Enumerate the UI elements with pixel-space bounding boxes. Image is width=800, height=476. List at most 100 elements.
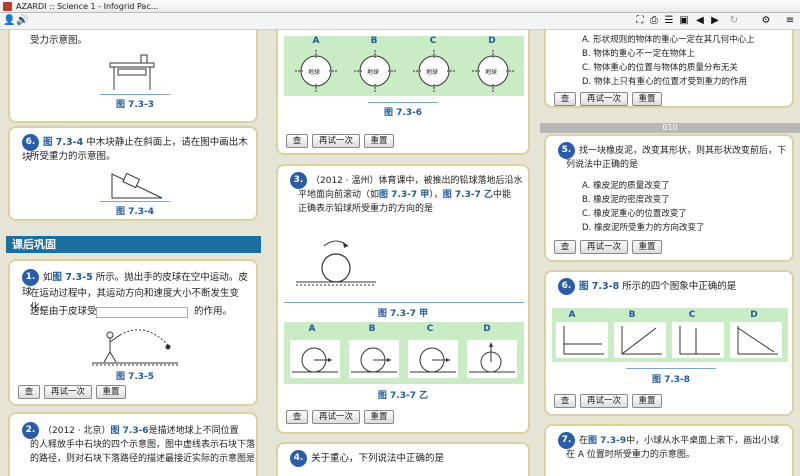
question-card-4: 4. 关于重心，下列说法中正确的是 [276,442,530,476]
caption-rule [100,94,170,95]
column-middle: A B C D 地球 地球 地球 地球 图 7.3-6 查 再试一次 重置 3.… [270,30,538,476]
question-text: 受力示意图。 [30,35,88,46]
option-b[interactable]: B. 物体的重心不一定在物体上 [582,48,695,61]
question-card-1: 1. 如图 7.3-5 所示。抛出手的皮球在空中运动。皮球 在运动过程中，其运动方… [8,259,258,406]
figure-caption: 图 7.3-6 [383,108,423,118]
option-label-a: A [308,324,316,334]
app-icon [3,2,12,11]
figure-caption: 图 7.3-7 乙 [377,391,429,401]
retry-button[interactable]: 再试一次 [44,385,92,399]
reader-toolbar: 👤 🔊 ⛶ ⎙ ☰ ▣ ◀ ▶ ↻ ⚙ ≡ [0,13,800,30]
fullscreen-icon[interactable]: ⛶ [634,15,646,27]
volume-icon[interactable]: 🔊 [16,15,28,27]
question-text: 4. 关于重心，下列说法中正确的是 [290,450,526,467]
check-button[interactable]: 查 [18,385,40,399]
question-text-line2: 的人释放手中石块的四个示意图，图中虚线表示石块下落 [30,440,256,450]
question-card-3: 3. （2012 · 温州）体育课中，被推出的铅球落地后沿水 平地面向前滚动（如图… [276,164,530,434]
answer-input[interactable] [96,307,188,318]
question-number-badge: 7. [558,432,575,449]
option-a[interactable]: A. 橡皮泥的质量改变了 [582,180,670,193]
option-a[interactable]: A. 形状规则的物体的重心一定在其几何中心上 [582,34,755,47]
option-label-d: D [750,310,758,320]
toc-icon[interactable]: ☰ [663,15,675,27]
option-b[interactable]: B. 橡皮泥的密度改变了 [582,194,670,207]
check-button[interactable]: 查 [286,410,308,424]
retry-button[interactable]: 再试一次 [312,410,360,424]
option-c[interactable]: C. 物体重心的位置与物体的质量分布无关 [582,62,738,75]
window-titlebar: AZARDI :: Science 1 - Infogrid Pac... [0,0,800,13]
option-label-d: D [488,36,496,46]
retry-button[interactable]: 再试一次 [312,134,360,148]
option-label-c: C [429,36,437,46]
question-card-5-tail: 受力示意图。 图 7.3-3 [8,30,258,123]
figure-ref[interactable]: 图 7.3-6 [111,426,149,436]
reset-button[interactable]: 重置 [632,394,662,408]
figure-ref[interactable]: 图 7.3-7 乙 [443,190,493,200]
earth-label: 地球 [367,69,380,76]
prev-page-icon[interactable]: ◀ [694,15,706,27]
reset-button[interactable]: 重置 [632,240,662,254]
option-label-a: A [568,310,576,320]
option-d[interactable]: D. 橡皮泥所受重力的方向改变了 [582,222,704,235]
reset-button[interactable]: 重置 [632,92,662,106]
settings-gear-icon[interactable]: ⚙ [760,15,772,27]
next-page-icon[interactable]: ▶ [709,15,721,27]
caption-rule [368,102,438,103]
question-text-line2: 平地面向前滚动（如图 7.3-7 甲），图 7.3-7 乙中能 [298,190,511,200]
question-number-badge: 3. [290,172,307,189]
option-label-c: C [426,324,434,334]
figure-ref[interactable]: 图 7.3-9 [588,436,626,446]
question-card-6: 6. 图 7.3-4 中木块静止在斜面上，请在图中画出木块 所受重力的示意图。 图… [8,126,258,221]
retry-button[interactable]: 再试一次 [580,92,628,106]
figure-caption: 图 7.3-4 [115,207,155,217]
check-button[interactable]: 查 [554,92,576,106]
reset-button[interactable]: 重置 [364,410,394,424]
window-title: AZARDI :: Science 1 - Infogrid Pac... [16,2,159,11]
user-icon[interactable]: 👤 [3,15,15,27]
figure-caption: 图 7.3-3 [115,100,155,110]
figure-caption: 图 7.3-5 [115,372,155,382]
question-text-line3: 正确表示铅球所受重力的方向的是 [298,204,434,214]
column-left: 受力示意图。 图 7.3-3 6. 图 7.3-4 中木块静止在斜面上，请在图中画… [0,30,268,476]
question-text-line2: 在 A 位置时所受重力的示意图。 [566,450,695,460]
section-title: 课后巩固 [6,236,261,253]
option-c[interactable]: C. 橡皮泥重心的位置改变了 [582,208,687,221]
column-right-lower: 5. 找一块橡皮泥，改变其形状，则其形状改变前后，下 列说法中正确的是 A. 橡皮… [540,134,800,476]
question-text: 6. 图 7.3-8 所示的四个图象中正确的是 [558,278,792,295]
menu-icon[interactable]: ≡ [784,15,796,27]
question-text: 5. 找一块橡皮泥，改变其形状，则其形状改变前后，下 [558,142,792,159]
reset-button[interactable]: 重置 [96,385,126,399]
figure-caption: 图 7.3-7 甲 [377,309,429,319]
ball-throw-figure [92,329,178,366]
option-d[interactable]: D. 物体上只有重心的位置才受到重力的作用 [582,76,747,89]
question-text: 7. 在图 7.3-9中，小球从水平桌面上滚下，画出小球 [558,432,792,449]
question-text-line3: 这是由于皮球受 [30,306,97,317]
question-number-badge: 6. [558,278,575,295]
earth-label: 地球 [426,69,439,76]
page-content: 受力示意图。 图 7.3-3 6. 图 7.3-4 中木块静止在斜面上，请在图中画… [0,30,800,476]
check-button[interactable]: 查 [554,394,576,408]
figure-panel-736: A B C D 地球 地球 地球 地球 [284,36,524,96]
question-card-7: 7. 在图 7.3-9中，小球从水平桌面上滚下，画出小球 在 A 位置时所受重力的… [544,424,794,476]
retry-button[interactable]: 再试一次 [580,394,628,408]
figure-ref[interactable]: 图 7.3-8 [579,281,619,292]
figure-ref[interactable]: 图 7.3-5 [53,272,93,283]
print-icon[interactable]: ⎙ [648,15,660,27]
figure-panel-738: A B C D [552,308,788,362]
question-number-badge: 6. [22,134,39,151]
gallery-icon[interactable]: ▣ [678,15,690,27]
reset-button[interactable]: 重置 [364,134,394,148]
question-text: 3. （2012 · 温州）体育课中，被推出的铅球落地后沿水 [290,172,526,189]
option-label-d: D [483,324,491,334]
check-button[interactable]: 查 [286,134,308,148]
option-label-b: B [368,324,376,334]
retry-button[interactable]: 再试一次 [580,240,628,254]
figure-ref[interactable]: 图 7.3-7 甲 [379,190,429,200]
reload-icon[interactable]: ↻ [728,15,740,27]
question-card-2: 2. （2012 · 北京）图 7.3-6是描述地球上不同位置 的人释放手中石块的… [8,412,258,476]
caption-rule [100,201,170,202]
check-button[interactable]: 查 [554,240,576,254]
question-text-line2: 所受重力的示意图。 [30,151,116,162]
figure-ref[interactable]: 图 7.3-4 [43,137,83,148]
question-text-line3: 的路径，则对石块下落路径的描述最接近实际的示意图是 [30,454,256,464]
